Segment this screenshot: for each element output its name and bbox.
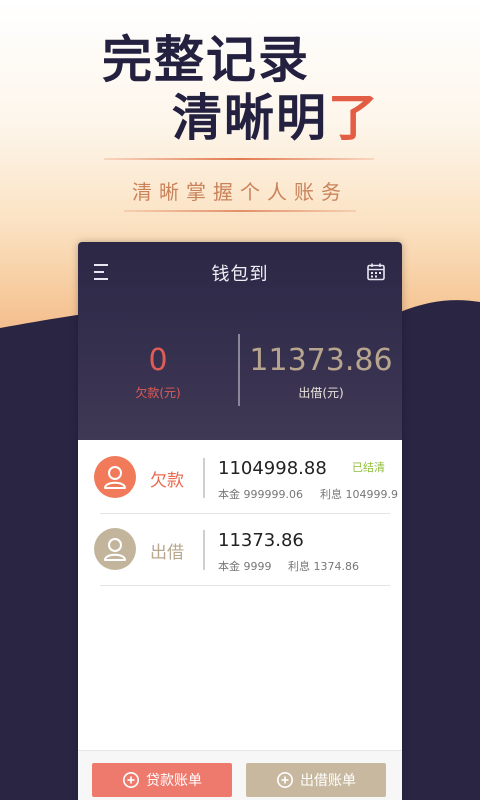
row-label: 出借 [150, 543, 184, 563]
row-principal: 本金 9999 [218, 560, 272, 573]
debt-summary[interactable]: 0 欠款(元) [78, 342, 238, 401]
loan-total-label: 出借(元) [298, 386, 344, 400]
row-interest: 利息 1374.86 [288, 560, 359, 573]
row-amount: 1104998.88 [218, 458, 327, 479]
app-title: 钱包到 [211, 264, 269, 285]
app-header: 钱包到 0 欠款(元) 11373.86 出借(元) [78, 242, 402, 440]
row-amount: 11373.86 [218, 530, 304, 551]
promo-subtitle: 清晰掌握个人账务 [132, 180, 348, 204]
debt-total: 0 [148, 343, 168, 378]
row-interest: 利息 104999.9 [320, 488, 398, 501]
debt-total-label: 欠款(元) [135, 386, 181, 400]
person-icon [94, 528, 136, 570]
headline-line2-dark: 清晰明 [172, 89, 328, 147]
calendar-icon[interactable] [366, 262, 386, 282]
add-icon [277, 772, 293, 788]
headline-line1: 完整记录 [102, 31, 310, 89]
headline-line2-accent: 了 [328, 89, 380, 147]
lend-bill-label: 出借账单 [300, 773, 356, 789]
phone-screen: 钱包到 0 欠款(元) 11373.86 出借(元) 欠款 1104998.88… [78, 242, 402, 800]
add-icon [123, 772, 139, 788]
row-separator [100, 585, 390, 586]
person-icon [94, 456, 136, 498]
row-divider [203, 458, 205, 498]
footer-bar: 贷款账单 出借账单 [78, 750, 402, 800]
lend-bill-button[interactable]: 出借账单 [246, 763, 386, 797]
list-item-debt[interactable]: 欠款 1104998.88 已结清 本金 999999.06 利息 104999… [78, 442, 402, 514]
status-badge: 已结清 [352, 461, 385, 474]
headline-line2: 清晰明了 [172, 88, 380, 148]
divider-top [104, 158, 374, 160]
divider-bottom [124, 210, 356, 212]
list-item-loan[interactable]: 出借 11373.86 本金 9999 利息 1374.86 [78, 514, 402, 586]
loan-summary[interactable]: 11373.86 出借(元) [240, 342, 402, 401]
row-label: 欠款 [150, 471, 184, 491]
borrow-bill-label: 贷款账单 [146, 773, 202, 789]
row-principal: 本金 999999.06 [218, 488, 303, 501]
row-divider [203, 530, 205, 570]
loan-total: 11373.86 [249, 343, 393, 378]
borrow-bill-button[interactable]: 贷款账单 [92, 763, 232, 797]
